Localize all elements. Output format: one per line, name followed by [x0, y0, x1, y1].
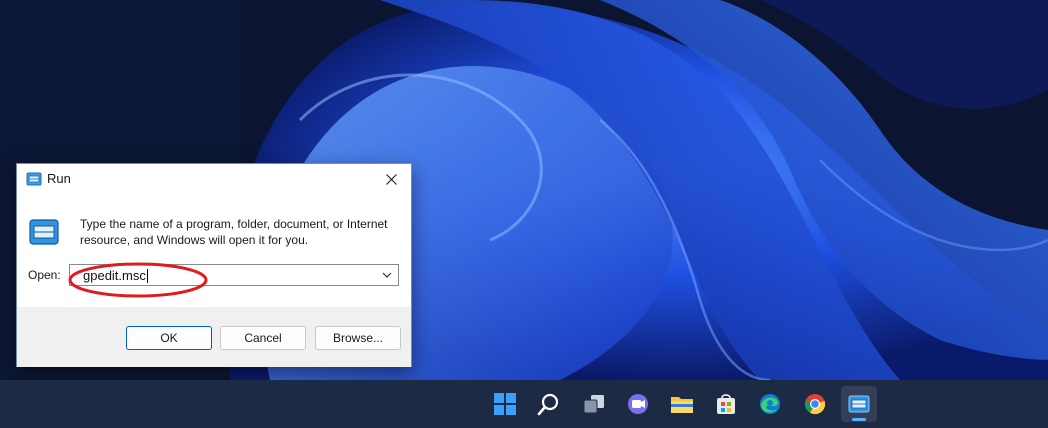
title-bar[interactable]: Run: [17, 164, 411, 194]
run-taskbar-button[interactable]: [841, 386, 877, 422]
run-dialog: Run Type the name of a program, folder, …: [16, 163, 412, 367]
button-bar: OK Cancel Browse...: [17, 307, 411, 367]
file-explorer-icon: [671, 397, 693, 413]
file-explorer-button[interactable]: [664, 386, 700, 422]
run-icon: [848, 395, 870, 413]
dialog-description: Type the name of a program, folder, docu…: [80, 217, 388, 247]
taskbar: [0, 380, 1048, 428]
search-icon: [537, 393, 559, 416]
edge-button[interactable]: [752, 386, 788, 422]
chrome-button[interactable]: [797, 386, 833, 422]
chrome-icon: [804, 394, 826, 415]
microsoft-store-icon: [717, 394, 735, 414]
run-icon: [26, 172, 42, 186]
close-button[interactable]: [371, 164, 411, 194]
chevron-down-icon[interactable]: [380, 268, 394, 282]
store-button[interactable]: [708, 386, 744, 422]
run-icon: [29, 219, 59, 245]
browse-button[interactable]: Browse...: [315, 326, 401, 350]
dialog-title: Run: [47, 171, 71, 186]
ok-button[interactable]: OK: [126, 326, 212, 350]
cancel-button[interactable]: Cancel: [220, 326, 306, 350]
edge-icon: [760, 394, 780, 414]
windows-start-icon: [494, 393, 516, 415]
open-label: Open:: [28, 268, 61, 282]
close-icon: [385, 173, 397, 185]
start-button[interactable]: [487, 386, 523, 422]
chat-button[interactable]: [620, 386, 656, 422]
search-button[interactable]: [531, 386, 567, 422]
text-caret: [147, 269, 148, 283]
teams-chat-icon: [628, 394, 648, 414]
task-view-button[interactable]: [576, 386, 612, 422]
task-view-icon: [583, 395, 604, 414]
open-combobox[interactable]: gpedit.msc: [69, 264, 399, 286]
open-input[interactable]: gpedit.msc: [83, 268, 146, 283]
